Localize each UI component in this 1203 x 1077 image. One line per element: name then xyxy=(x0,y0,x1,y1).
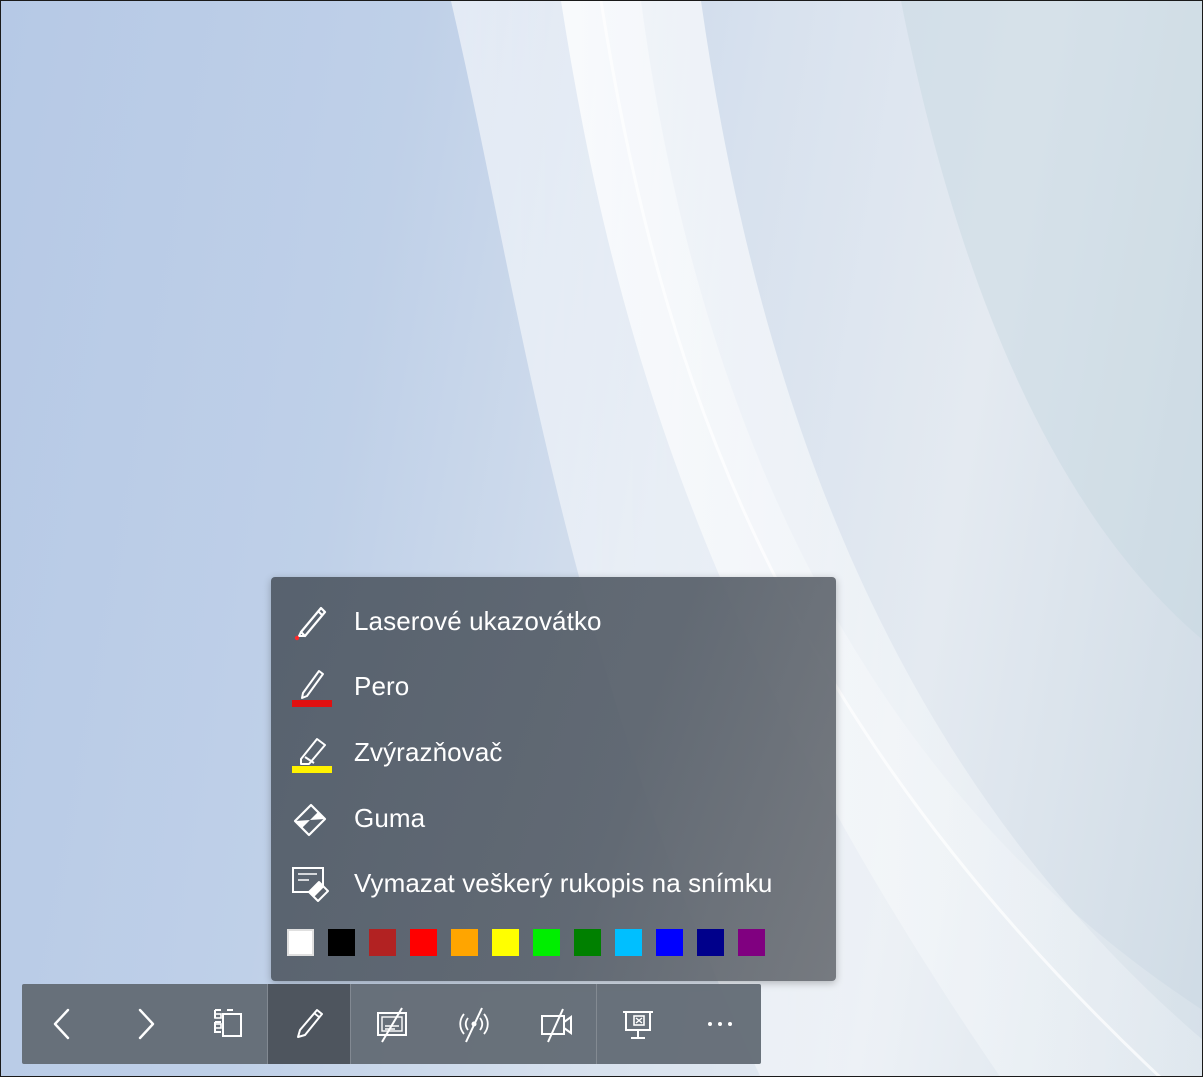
color-swatch-dark-red[interactable] xyxy=(369,929,396,956)
color-swatch-yellow[interactable] xyxy=(492,929,519,956)
more-options-icon xyxy=(708,1022,733,1026)
menu-item-label: Guma xyxy=(354,802,426,833)
menu-item-label: Vymazat veškerý rukopis na snímku xyxy=(354,867,773,898)
color-swatch-blue[interactable] xyxy=(656,929,683,956)
slideshow-toolbar xyxy=(22,984,761,1064)
highlighter-icon xyxy=(287,729,333,775)
color-swatch-white[interactable] xyxy=(287,929,314,956)
eraser-icon xyxy=(287,795,333,841)
chevron-right-icon xyxy=(138,1008,154,1040)
chevron-left-icon xyxy=(53,1008,70,1040)
more-options-button[interactable] xyxy=(679,984,761,1064)
menu-item-label: Zvýrazňovač xyxy=(354,736,503,767)
end-show-icon xyxy=(623,1011,654,1039)
end-slideshow-button[interactable] xyxy=(597,984,679,1064)
color-swatch-green[interactable] xyxy=(574,929,601,956)
subtitles-off-icon xyxy=(377,1007,408,1043)
color-swatch-black[interactable] xyxy=(328,929,355,956)
color-swatch-orange[interactable] xyxy=(451,929,478,956)
all-slides-icon xyxy=(213,1009,242,1037)
color-swatch-light-blue[interactable] xyxy=(615,929,642,956)
color-swatch-purple[interactable] xyxy=(738,929,765,956)
menu-item-eraser[interactable]: Guma xyxy=(287,790,817,846)
menu-item-pen[interactable]: Pero xyxy=(287,658,817,714)
color-swatch-red[interactable] xyxy=(410,929,437,956)
ink-tools-button[interactable] xyxy=(268,984,351,1064)
pen-icon xyxy=(287,663,333,709)
erase-all-ink-icon xyxy=(287,860,333,906)
color-swatch-lime[interactable] xyxy=(533,929,560,956)
menu-item-label: Pero xyxy=(354,670,410,701)
slideshow-window: Laserové ukazovátko Pero Zvýrazňovač Gum… xyxy=(0,0,1203,1077)
menu-item-label: Laserové ukazovátko xyxy=(354,605,602,636)
subtitles-button[interactable] xyxy=(351,984,433,1064)
color-swatch-dark-blue[interactable] xyxy=(697,929,724,956)
see-all-slides-button[interactable] xyxy=(186,984,268,1064)
menu-item-highlighter[interactable]: Zvýrazňovač xyxy=(287,724,817,780)
ink-tools-menu: Laserové ukazovátko Pero Zvýrazňovač Gum… xyxy=(271,577,836,981)
next-slide-button[interactable] xyxy=(104,984,186,1064)
camera-off-icon xyxy=(540,1008,572,1043)
menu-item-erase-all-ink[interactable]: Vymazat veškerý rukopis na snímku xyxy=(287,855,817,911)
ink-color-palette xyxy=(287,929,779,957)
broadcast-button[interactable] xyxy=(433,984,515,1064)
camera-button[interactable] xyxy=(515,984,597,1064)
previous-slide-button[interactable] xyxy=(22,984,104,1064)
laser-pointer-icon xyxy=(287,598,333,644)
pen-icon xyxy=(297,1009,324,1038)
live-broadcast-off-icon xyxy=(459,1007,489,1043)
menu-item-laser-pointer[interactable]: Laserové ukazovátko xyxy=(287,593,817,649)
